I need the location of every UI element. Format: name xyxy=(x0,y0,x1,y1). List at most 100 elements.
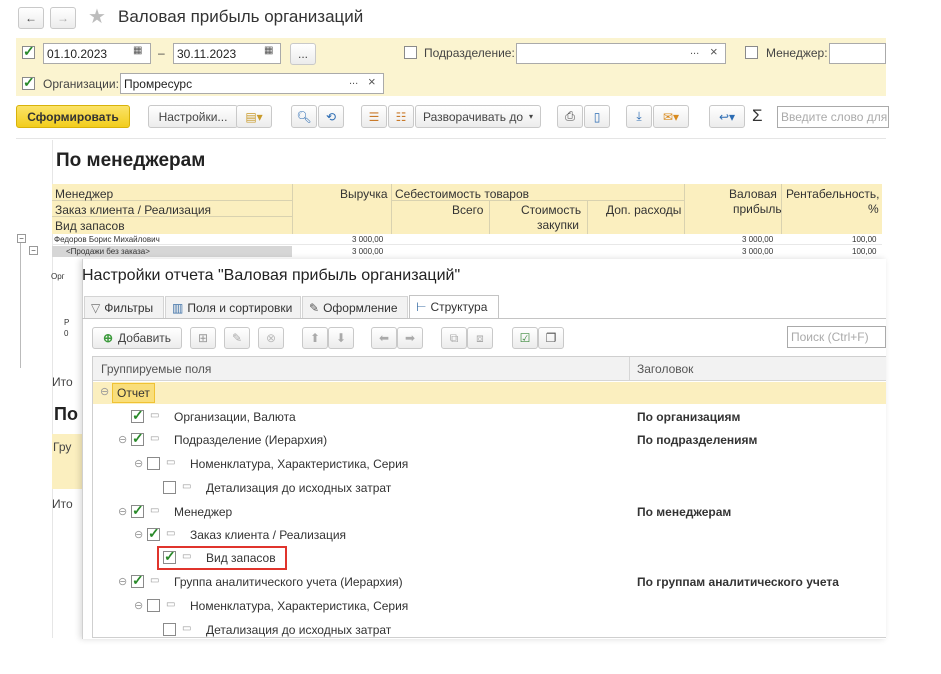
tab-design[interactable]: ✎ Оформление xyxy=(302,296,408,318)
tree-checkbox[interactable] xyxy=(131,502,144,519)
forward-button[interactable]: → xyxy=(50,7,76,29)
print-button[interactable]: ⎙ xyxy=(557,105,583,128)
expand-to-button[interactable]: Разворачивать до ▾ xyxy=(415,105,541,128)
period-checkbox[interactable] xyxy=(22,43,35,60)
delete-button[interactable]: ⊗ xyxy=(258,327,284,349)
star-icon[interactable]: ★ xyxy=(88,4,106,29)
field-icon: ▭ xyxy=(182,481,192,492)
tree-item-label[interactable]: Организации, Валюта xyxy=(174,410,296,424)
structure-icon: ⊢ xyxy=(416,300,427,314)
tree-item-label[interactable]: Вид запасов xyxy=(206,551,276,565)
find-next-button[interactable]: ⟲ xyxy=(318,105,344,128)
tree-item-label[interactable]: Детализация до исходных затрат xyxy=(206,481,391,495)
dialog-search-input[interactable]: Поиск (Ctrl+F) xyxy=(787,326,886,348)
header-cost-value: Стоимость xyxy=(521,203,582,217)
calendar-icon[interactable]: ▦ xyxy=(133,45,142,56)
tree-item-label[interactable]: Заказ клиента / Реализация xyxy=(190,528,346,542)
settings-button[interactable]: Настройки... xyxy=(148,105,238,128)
tree-item-label[interactable]: Менеджер xyxy=(174,505,232,519)
bg-group: Гру xyxy=(53,440,72,454)
division-select-button[interactable]: ... xyxy=(690,45,699,57)
tree-item-label[interactable]: Подразделение (Иерархия) xyxy=(174,433,327,447)
ungroup-button[interactable]: ⧈ xyxy=(467,327,493,349)
org-clear-button[interactable]: × xyxy=(368,74,376,89)
calendar-icon[interactable]: ▦ xyxy=(264,45,273,56)
pencil-icon: ✎ xyxy=(231,331,243,345)
tree-item-label[interactable]: Отчет xyxy=(112,383,155,403)
edit-button[interactable]: ✎ xyxy=(224,327,250,349)
chevron-down-icon: ▾ xyxy=(529,112,534,121)
filter-icon: ▽ xyxy=(91,300,101,315)
tab-structure[interactable]: ⊢ Структура xyxy=(409,295,499,319)
tree-checkbox[interactable] xyxy=(147,525,160,542)
division-clear-button[interactable]: × xyxy=(710,44,718,59)
brush-icon: ✎ xyxy=(309,300,320,315)
preview-button[interactable]: ▯ xyxy=(584,105,610,128)
tree-item-label[interactable]: Детализация до исходных затрат xyxy=(206,623,391,637)
generate-button[interactable]: Сформировать xyxy=(16,105,130,128)
collapse-icon[interactable]: ⊖ xyxy=(118,433,127,446)
tree-item-label[interactable]: Номенклатура, Характеристика, Серия xyxy=(190,599,408,613)
tree-item-label[interactable]: Группа аналитического учета (Иерархия) xyxy=(174,575,403,589)
tree-checkbox[interactable] xyxy=(131,430,144,447)
tree-checkbox[interactable] xyxy=(163,548,176,565)
tree-checkbox[interactable] xyxy=(147,457,160,470)
manager-label: Менеджер: xyxy=(766,46,828,60)
save-button[interactable]: ⤓ xyxy=(626,105,652,128)
sum-icon[interactable]: Σ xyxy=(752,106,763,126)
row-group-toggle[interactable]: − xyxy=(17,234,26,243)
group-collapse-button[interactable]: ☰ xyxy=(361,105,387,128)
add-group-button[interactable]: ⊞ xyxy=(190,327,216,349)
list-expand-icon: ☷ xyxy=(395,109,407,124)
move-right-button[interactable]: ➡ xyxy=(397,327,423,349)
tree-item-label[interactable]: Номенклатура, Характеристика, Серия xyxy=(190,457,408,471)
fields-icon: ▥ xyxy=(172,300,184,315)
group-expand-button[interactable]: ☷ xyxy=(388,105,414,128)
move-up-button[interactable]: ⬆ xyxy=(302,327,328,349)
org-field[interactable]: Промресурс xyxy=(120,73,384,94)
variant-button[interactable]: ▤▾ xyxy=(236,105,272,128)
move-down-button[interactable]: ⬇ xyxy=(328,327,354,349)
find-button[interactable]: 🔍︎ xyxy=(291,105,317,128)
manager-checkbox[interactable] xyxy=(745,46,758,59)
header-stock-type: Вид запасов xyxy=(55,219,125,233)
header-margin: Рентабельность, xyxy=(786,187,880,201)
uncheck-all-button[interactable]: ❐ xyxy=(538,327,564,349)
check-all-button[interactable]: ☑ xyxy=(512,327,538,349)
move-left-button[interactable]: ⬅ xyxy=(371,327,397,349)
dialog-title: Настройки отчета "Валовая прибыль органи… xyxy=(82,267,461,284)
collapse-icon[interactable]: ⊖ xyxy=(118,575,127,588)
collapse-icon[interactable]: ⊖ xyxy=(118,505,127,518)
tab-fields[interactable]: ▥ Поля и сортировки xyxy=(165,296,301,318)
search-next-icon: ⟲ xyxy=(325,109,337,124)
tree-checkbox[interactable] xyxy=(163,481,176,494)
division-checkbox[interactable] xyxy=(404,46,417,59)
row-group-toggle[interactable]: − xyxy=(29,246,38,255)
row-margin: 100,00 xyxy=(852,235,877,244)
field-icon: ▭ xyxy=(182,551,192,562)
add-button[interactable]: ⊕ Добавить xyxy=(92,327,182,349)
tree-row-report[interactable] xyxy=(93,382,886,404)
back-button[interactable]: ← xyxy=(18,7,44,29)
collapse-icon[interactable]: ⊖ xyxy=(134,457,143,470)
tree-checkbox[interactable] xyxy=(163,623,176,636)
row-name: Федоров Борис Михайлович xyxy=(54,235,160,244)
tree-checkbox[interactable] xyxy=(131,572,144,589)
collapse-icon[interactable]: ⊖ xyxy=(100,385,109,398)
send-button[interactable]: ✉▾ xyxy=(653,105,689,128)
collapse-icon[interactable]: ⊖ xyxy=(134,599,143,612)
org-checkbox[interactable] xyxy=(22,74,35,91)
tab-filters[interactable]: ▽ Фильтры xyxy=(84,296,164,318)
manager-field[interactable] xyxy=(829,43,886,64)
search-input[interactable]: Введите слово для xyxy=(777,106,889,128)
org-select-button[interactable]: ... xyxy=(349,75,358,87)
group-button[interactable]: ⧉ xyxy=(441,327,467,349)
org-label: Организации: xyxy=(43,77,119,91)
bg-fragment: Р xyxy=(64,318,70,327)
more-button[interactable]: ↩▾ xyxy=(709,105,745,128)
clipboard-icon: ▤▾ xyxy=(245,109,263,124)
tree-checkbox[interactable] xyxy=(147,599,160,612)
tree-checkbox[interactable] xyxy=(131,407,144,424)
period-select-button[interactable]: ... xyxy=(290,43,316,65)
collapse-icon[interactable]: ⊖ xyxy=(134,528,143,541)
